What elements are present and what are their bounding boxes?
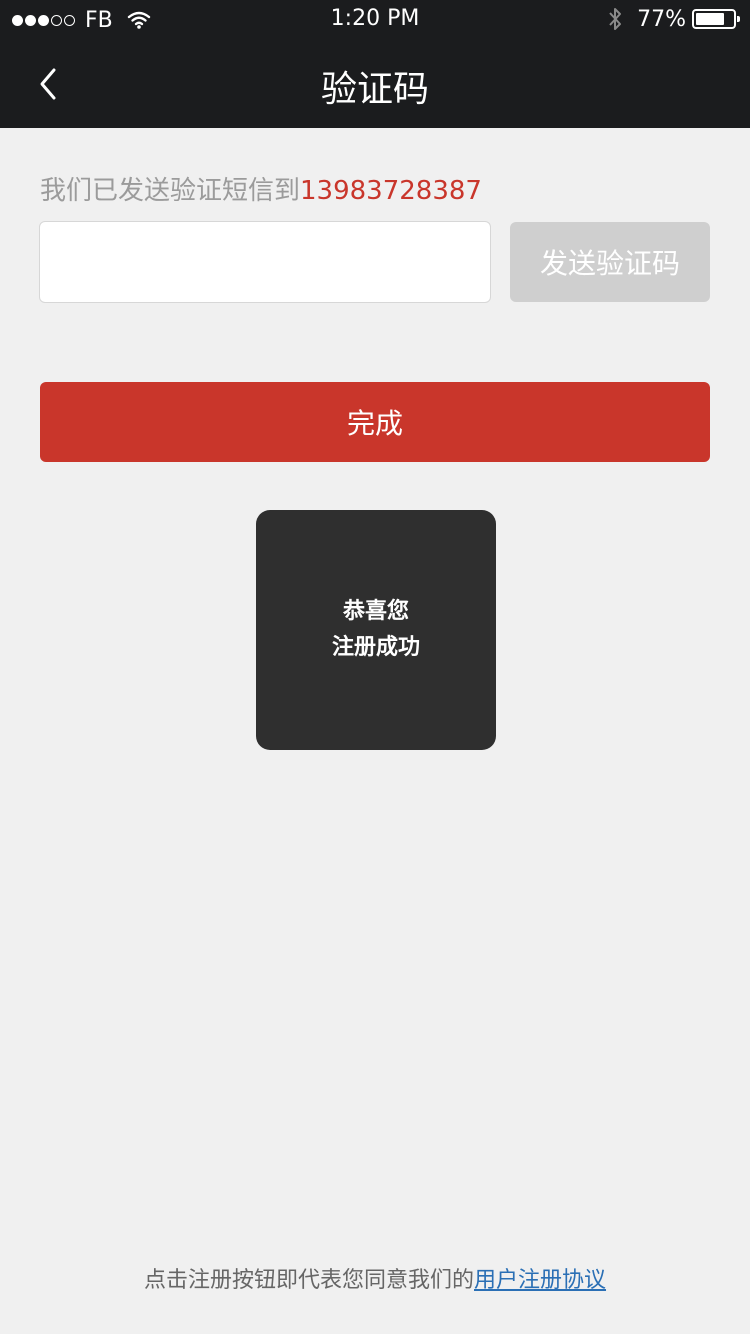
battery-percent: 77% bbox=[637, 6, 686, 32]
toast-line-2: 注册成功 bbox=[331, 635, 420, 660]
agreement-footer: 点击注册按钮即代表您同意我们的用户注册协议 bbox=[0, 1262, 750, 1294]
status-right: 77% bbox=[607, 4, 740, 34]
agreement-text: 点击注册按钮即代表您同意我们的 bbox=[143, 1268, 474, 1293]
battery-icon bbox=[692, 9, 740, 29]
done-button[interactable]: 完成 bbox=[40, 382, 710, 462]
hint-text: 我们已发送验证短信到 bbox=[40, 176, 301, 206]
success-toast: 恭喜您 注册成功 bbox=[256, 510, 496, 750]
bluetooth-icon bbox=[609, 8, 622, 30]
page-title: 验证码 bbox=[320, 69, 429, 110]
phone-number: 13983728387 bbox=[300, 176, 482, 206]
status-bar: FB 1:20 PM 77% bbox=[0, 0, 750, 40]
verification-code-input[interactable] bbox=[39, 221, 491, 303]
sms-sent-hint: 我们已发送验证短信到13983728387 bbox=[40, 170, 482, 207]
user-agreement-link[interactable]: 用户注册协议 bbox=[474, 1268, 606, 1293]
toast-line-1: 恭喜您 bbox=[342, 599, 409, 624]
send-code-button[interactable]: 发送验证码 bbox=[510, 222, 710, 302]
header: FB 1:20 PM 77% 验证码 bbox=[0, 0, 750, 128]
